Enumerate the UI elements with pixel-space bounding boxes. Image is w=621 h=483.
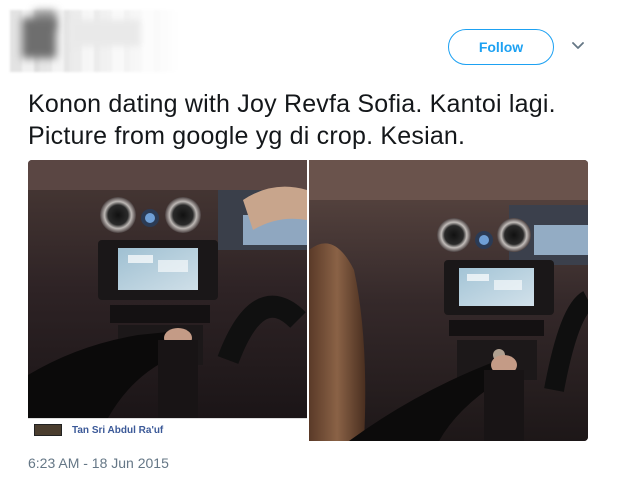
tweet-timestamp[interactable]: 6:23 AM - 18 Jun 2015: [28, 455, 169, 471]
photo-left[interactable]: Tan Sri Abdul Ra'uf: [28, 160, 307, 441]
tweet-header: Follow: [0, 0, 621, 80]
photo-credit-bar: Tan Sri Abdul Ra'uf: [28, 418, 307, 441]
tweet-media[interactable]: Tan Sri Abdul Ra'uf: [28, 160, 588, 441]
tweet-text: Konon dating with Joy Revfa Sofia. Kanto…: [28, 90, 556, 150]
photo-credit-name: Tan Sri Abdul Ra'uf: [72, 424, 164, 436]
credit-thumbnail: [34, 424, 62, 436]
follow-button[interactable]: Follow: [448, 29, 554, 65]
photo-right[interactable]: [309, 160, 588, 441]
blurred-user-info: [10, 10, 180, 72]
chevron-down-icon[interactable]: [568, 36, 588, 56]
